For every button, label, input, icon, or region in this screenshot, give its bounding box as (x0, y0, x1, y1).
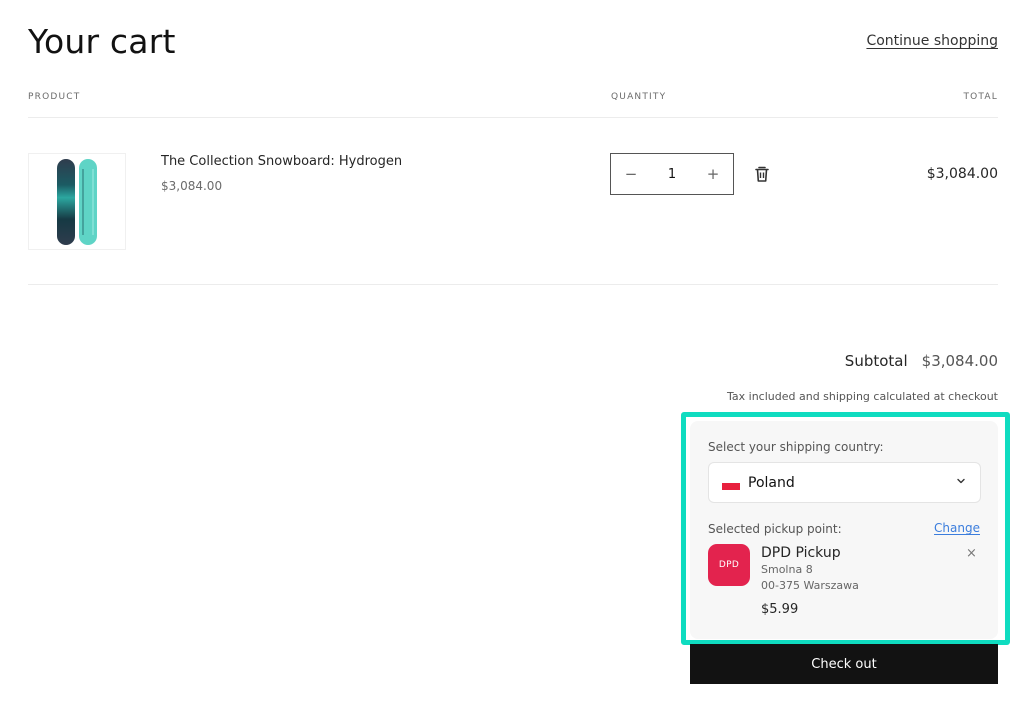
quantity-stepper: − 1 + (610, 153, 734, 195)
pickup-name: DPD Pickup (761, 545, 841, 561)
product-image[interactable] (28, 153, 126, 250)
column-header-total: Total (963, 92, 998, 102)
divider (28, 117, 998, 118)
checkout-button[interactable]: Check out (690, 644, 998, 684)
selected-country: Poland (748, 474, 795, 491)
shipping-country-select[interactable]: Poland (708, 462, 981, 503)
poland-flag-icon (722, 478, 740, 490)
subtotal: Subtotal $3,084.00 (845, 352, 998, 370)
shipping-country-label: Select your shipping country: (708, 440, 884, 454)
line-total: $3,084.00 (926, 166, 998, 182)
product-unit-price: $3,084.00 (161, 179, 223, 193)
close-icon[interactable]: × (966, 546, 977, 561)
pickup-price: $5.99 (761, 602, 799, 617)
tax-note: Tax included and shipping calculated at … (727, 390, 998, 403)
quantity-decrease-button[interactable]: − (611, 154, 651, 194)
pickup-street: Smolna 8 (761, 563, 813, 576)
pickup-point-label: Selected pickup point: (708, 522, 842, 536)
divider (28, 284, 998, 285)
product-name-link[interactable]: The Collection Snowboard: Hydrogen (161, 154, 402, 169)
snowboard-graphic-teal (79, 159, 97, 245)
change-pickup-link[interactable]: Change (934, 521, 980, 535)
quantity-increase-button[interactable]: + (693, 154, 733, 194)
dpd-logo: DPD (708, 544, 750, 586)
subtotal-label: Subtotal (844, 352, 908, 370)
continue-shopping-link[interactable]: Continue shopping (866, 33, 998, 49)
page-title: Your cart (28, 22, 176, 61)
pickup-city: 00-375 Warszawa (761, 579, 859, 592)
chevron-down-icon (957, 478, 965, 484)
column-header-quantity: Quantity (611, 92, 667, 102)
snowboard-graphic-dark (57, 159, 75, 245)
column-header-product: Product (28, 92, 81, 102)
subtotal-value: $3,084.00 (921, 352, 998, 370)
trash-icon[interactable] (754, 165, 770, 183)
quantity-input[interactable]: 1 (651, 167, 693, 182)
